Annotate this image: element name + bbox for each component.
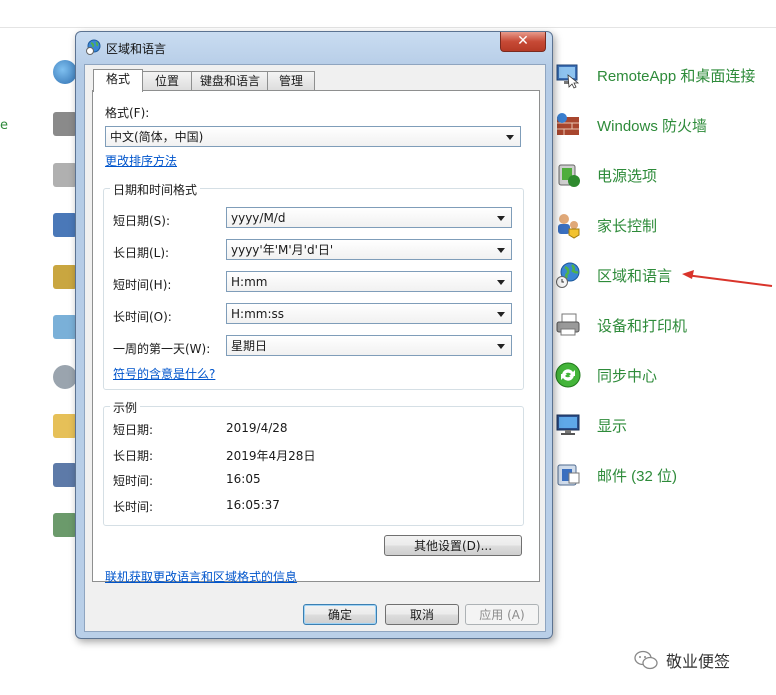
format-label: 格式(F): [105,106,150,120]
short-time-value: H:mm [231,275,268,289]
cp-item-power-options[interactable]: 电源选项 [553,158,776,192]
format-tab-panel: 格式(F): 中文(简体，中国) 更改排序方法 日期和时间格式 短日期(S): … [92,90,540,585]
tab-format[interactable]: 格式 [93,69,143,92]
cp-item-mail[interactable]: 邮件 (32 位) [553,458,776,492]
change-sort-link[interactable]: 更改排序方法 [105,152,177,169]
example-long-time-label: 长时间: [113,500,154,514]
chevron-down-icon [506,135,514,140]
example-short-time-label: 短时间: [113,474,154,488]
tab-location[interactable]: 位置 [141,71,193,91]
tab-administrative[interactable]: 管理 [267,71,315,91]
short-date-label: 短日期(S): [113,214,171,228]
left-icon-6[interactable] [53,315,77,339]
short-date-value: yyyy/M/d [231,211,286,225]
cp-item-firewall[interactable]: Windows 防火墙 [553,108,776,142]
format-select[interactable]: 中文(简体，中国) [105,126,521,147]
ok-button[interactable]: 确定 [303,604,377,625]
short-date-select[interactable]: yyyy/M/d [226,207,512,228]
region-language-dialog: 区域和语言 ✕ 格式 位置 键盘和语言 管理 格式(F): 中文(简体，中国) … [75,31,553,639]
format-select-value: 中文(简体，中国) [110,130,204,144]
left-icon-1[interactable] [53,60,77,84]
first-day-value: 星期日 [231,339,268,353]
cp-item-label: 区域和语言 [597,267,673,285]
mail-icon [553,460,583,490]
symbols-meaning-link[interactable]: 符号的含意是什么? [113,365,215,382]
left-icon-7[interactable] [53,365,77,389]
short-time-select[interactable]: H:mm [226,271,512,292]
cp-item-label: 设备和打印机 [597,317,688,335]
cp-item-label: Windows 防火墙 [597,117,708,135]
cp-item-label: 显示 [597,417,628,435]
globe-icon [86,39,101,55]
example-short-time-value: 16:05 [226,472,261,486]
example-short-date-value: 2019/4/28 [226,421,288,435]
cp-item-sync-center[interactable]: 同步中心 [553,358,776,392]
left-partial-label: e [0,118,8,133]
long-date-value: yyyy'年'M'月'd'日' [231,243,334,257]
example-group: 示例 短日期: 2019/4/28 长日期: 2019年4月28日 短时间: 1… [103,399,524,526]
short-time-label: 短时间(H): [113,278,172,292]
long-time-label: 长时间(O): [113,310,172,324]
cp-item-label: RemoteApp 和桌面连接 [597,67,756,85]
wechat-icon [634,650,658,670]
printer-icon [553,310,583,340]
cp-item-display[interactable]: 显示 [553,408,776,442]
chevron-down-icon [497,344,505,349]
remoteapp-icon [553,60,583,90]
cp-item-label: 邮件 (32 位) [597,467,678,485]
example-group-title: 示例 [110,399,141,416]
dialog-client: 格式 位置 键盘和语言 管理 格式(F): 中文(简体，中国) 更改排序方法 日… [84,64,546,632]
tab-keyboard-language[interactable]: 键盘和语言 [191,71,269,91]
sync-center-icon [553,360,583,390]
chevron-down-icon [497,312,505,317]
display-icon [553,410,583,440]
firewall-icon [553,110,583,140]
cp-item-remoteapp[interactable]: RemoteApp 和桌面连接 [553,58,776,92]
datetime-formats-group: 日期和时间格式 短日期(S): yyyy/M/d 长日期(L): yyyy'年'… [103,181,524,390]
left-icon-10[interactable] [53,513,77,537]
other-settings-button[interactable]: 其他设置(D)... [384,535,522,556]
left-icon-5[interactable] [53,265,77,289]
example-long-time-value: 16:05:37 [226,498,280,512]
first-day-select[interactable]: 星期日 [226,335,512,356]
close-button[interactable]: ✕ [500,32,546,52]
watermark: 敬业便签 [634,648,730,672]
chevron-down-icon [497,248,505,253]
example-long-date-label: 长日期: [113,449,154,463]
left-icon-8[interactable] [53,414,77,438]
left-icon-4[interactable] [53,213,77,237]
cp-item-label: 家长控制 [597,217,658,235]
cp-item-devices-printers[interactable]: 设备和打印机 [553,308,776,342]
cp-item-label: 同步中心 [597,367,658,385]
example-short-date-label: 短日期: [113,423,154,437]
left-icon-3[interactable] [53,163,77,187]
online-info-link[interactable]: 联机获取更改语言和区域格式的信息 [105,568,297,585]
example-long-date-value: 2019年4月28日 [226,449,316,463]
cancel-button[interactable]: 取消 [385,604,459,625]
page-top-divider [0,27,776,28]
cp-item-label: 电源选项 [597,167,658,185]
datetime-group-title: 日期和时间格式 [110,181,201,198]
long-date-select[interactable]: yyyy'年'M'月'd'日' [226,239,512,260]
region-globe-icon [553,260,583,290]
chevron-down-icon [497,216,505,221]
parental-control-icon [553,210,583,240]
long-time-select[interactable]: H:mm:ss [226,303,512,324]
annotation-arrow-icon [682,270,773,287]
watermark-text: 敬业便签 [666,652,731,671]
long-date-label: 长日期(L): [113,246,170,260]
left-icon-2[interactable] [53,112,77,136]
first-day-label: 一周的第一天(W): [113,342,211,356]
long-time-value: H:mm:ss [231,307,284,321]
dialog-title: 区域和语言 [106,42,167,56]
power-options-icon [553,160,583,190]
cp-item-parental-control[interactable]: 家长控制 [553,208,776,242]
left-icon-9[interactable] [53,463,77,487]
apply-button[interactable]: 应用 (A) [465,604,539,625]
dialog-titlebar[interactable]: 区域和语言 ✕ [76,32,552,62]
chevron-down-icon [497,280,505,285]
